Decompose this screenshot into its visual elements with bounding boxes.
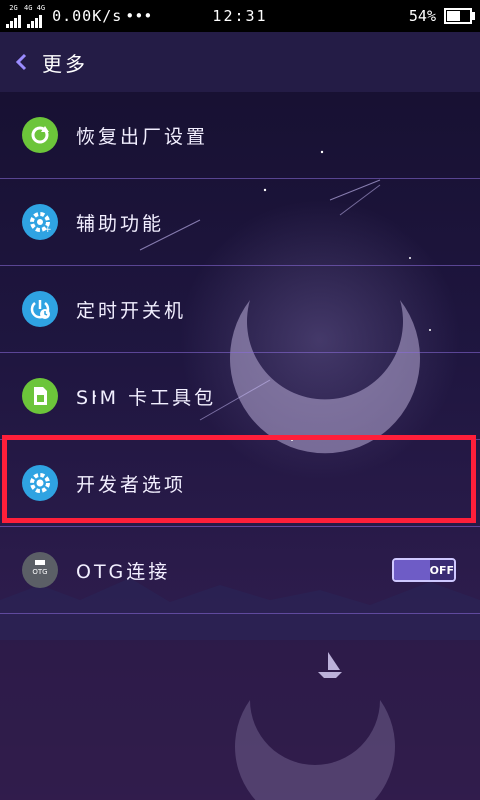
menu-item-scheduled-power[interactable]: 定时开关机: [0, 266, 480, 353]
otg-toggle-switch[interactable]: OFF: [392, 558, 456, 582]
battery-icon: [444, 8, 475, 24]
menu-item-label: 定时开关机: [76, 299, 187, 322]
menu-item-label: OTG连接: [76, 560, 171, 583]
otg-icon-text: OTG: [32, 568, 47, 576]
accessibility-gear-icon: +: [22, 204, 58, 240]
menu-item-otg[interactable]: OTG OTG连接 OFF: [0, 527, 480, 614]
factory-reset-icon: [22, 117, 58, 153]
menu-item-factory-reset[interactable]: 恢复出厂设置: [0, 92, 480, 179]
battery-percent: 54%: [408, 7, 436, 25]
chevron-left-icon: [15, 53, 27, 71]
otg-icon: OTG: [22, 552, 58, 588]
battery-status: 54%: [408, 0, 475, 32]
menu-item-label: 辅助功能: [76, 212, 165, 235]
svg-text:+: +: [44, 225, 52, 234]
settings-list: 恢复出厂设置 + 辅助功能 定时开关机 SIM 卡工具包 开发者选项 OTG O…: [0, 92, 480, 614]
sim-card-icon: [22, 378, 58, 414]
menu-item-accessibility[interactable]: + 辅助功能: [0, 179, 480, 266]
status-bar: 2G 4G 4G 0.00K/s ••• 12:31 54%: [0, 0, 480, 32]
page-title: 更多: [42, 51, 88, 76]
back-button[interactable]: [14, 52, 30, 72]
menu-item-label: SIM 卡工具包: [76, 386, 217, 409]
scheduled-power-icon: [22, 291, 58, 327]
menu-item-developer-options[interactable]: 开发者选项: [0, 440, 480, 527]
menu-item-label: 恢复出厂设置: [76, 125, 209, 148]
toggle-state-label: OFF: [429, 560, 454, 580]
menu-item-label: 开发者选项: [76, 473, 187, 496]
app-header: 更多: [0, 32, 480, 92]
developer-gear-icon: [22, 465, 58, 501]
menu-item-sim-toolkit[interactable]: SIM 卡工具包: [0, 353, 480, 440]
toggle-knob: [394, 560, 430, 580]
